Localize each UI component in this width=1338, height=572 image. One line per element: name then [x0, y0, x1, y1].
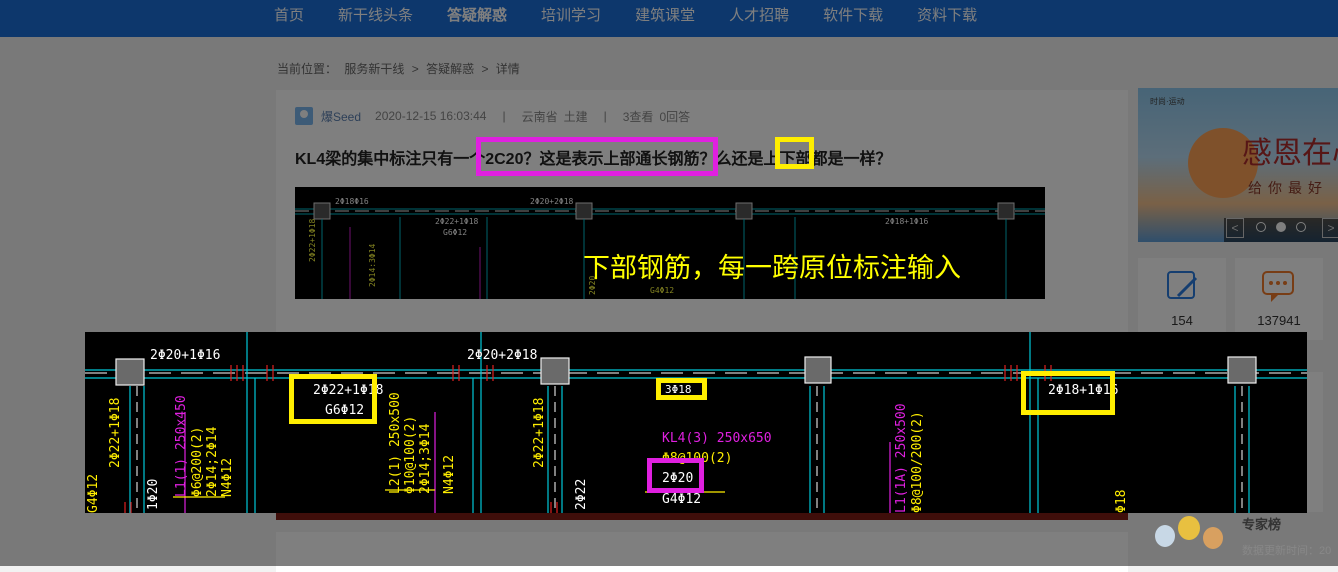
cad-label: 2Φ22+1Φ18 — [108, 398, 123, 468]
column-marker — [804, 356, 832, 384]
highlight-box-yellow — [656, 378, 707, 400]
cad-label: KL4(3) 250x650 — [662, 431, 772, 446]
expert-ranking-title[interactable]: 专家榜 — [1242, 514, 1281, 533]
cad-label: L2(1) 250x500 — [388, 392, 403, 494]
column-marker — [115, 358, 145, 386]
cad-label: L1(1) 250x450 — [174, 395, 189, 497]
cad-label: 2Φ20+2Φ18 — [467, 348, 537, 363]
highlight-box-magenta — [647, 458, 704, 493]
annotation-caption: 下部钢筋，每一跨原位标注输入 — [583, 253, 961, 283]
highlight-box-yellow — [1021, 371, 1115, 415]
cad-label: N4Φ12 — [442, 455, 457, 494]
cad-label: L1(1A) 250x500 — [894, 403, 909, 513]
expert-update-time: 数据更新时间：20 — [1242, 545, 1332, 557]
cad-label: Φ10@100(2) — [403, 416, 418, 494]
highlight-box-magenta — [476, 137, 718, 176]
cad-label: N4Φ12 — [220, 458, 235, 497]
cad-label: 2Φ20+1Φ16 — [150, 348, 220, 363]
highlight-box-yellow — [775, 137, 814, 169]
silver-medal-icon — [1155, 525, 1175, 547]
cad-label: G4Φ12 — [86, 474, 101, 513]
cad-label: Φ6@200(2) — [190, 427, 205, 497]
cad-label: 2Φ14;2Φ14 — [205, 426, 220, 497]
cad-label: 2Φ22 — [574, 479, 589, 510]
highlight-box-yellow — [289, 374, 377, 424]
cad-label: 2Φ14;3Φ14 — [418, 423, 433, 494]
cad-label: Φ8@100/200(2) — [910, 411, 925, 513]
cad-label: G4Φ12 — [662, 492, 701, 507]
cad-label: 2Φ22+1Φ18 — [532, 398, 547, 468]
bronze-medal-icon — [1203, 527, 1223, 549]
cad-label: Φ18 — [1114, 490, 1129, 513]
gold-medal-icon — [1178, 516, 1200, 540]
column-marker — [540, 357, 570, 385]
column-marker — [1227, 356, 1257, 384]
cad-label: 1Φ20 — [146, 479, 161, 510]
